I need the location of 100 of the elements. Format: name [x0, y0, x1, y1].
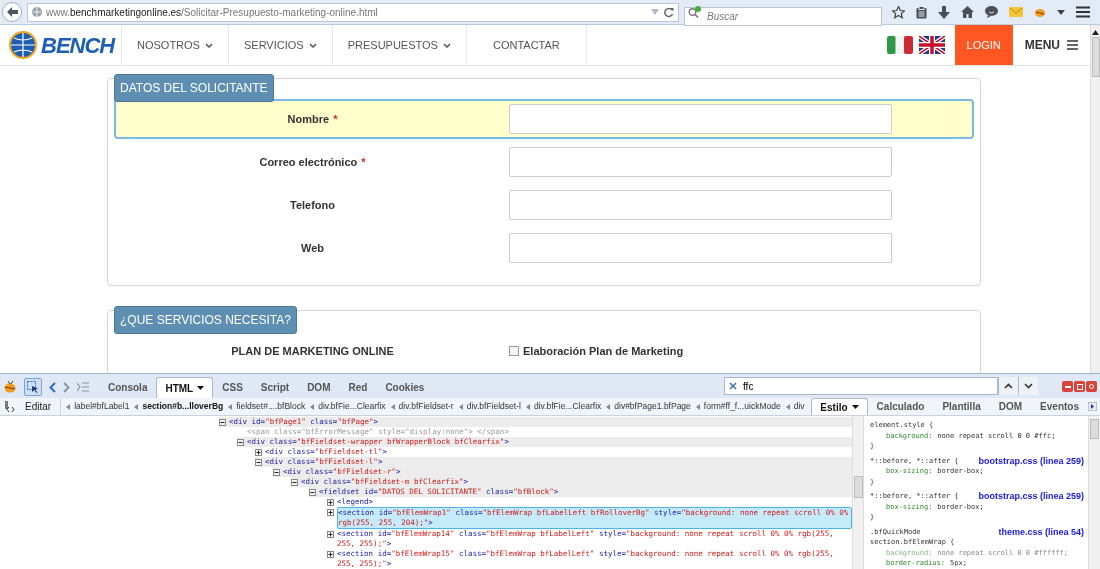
scrollbar-thumb[interactable]: [1090, 419, 1099, 439]
expand-icon[interactable]: [327, 499, 334, 506]
separator-icon: [458, 403, 463, 410]
field-label: Nombre *: [286, 111, 339, 127]
menu-button[interactable]: MENU: [1012, 25, 1090, 65]
chat-icon[interactable]: [985, 6, 998, 18]
back-icon[interactable]: [49, 381, 56, 393]
cursor-icon: [27, 381, 39, 393]
edit-button[interactable]: Editar: [16, 398, 62, 415]
star-icon[interactable]: [892, 5, 905, 19]
tab[interactable]: Cookies: [376, 377, 434, 398]
text-input[interactable]: [509, 147, 892, 177]
breadcrumb[interactable]: div.bfFieldset-r: [398, 400, 454, 413]
breadcrumb[interactable]: form#ff_f...uickMode: [703, 400, 781, 413]
tab[interactable]: Estilo: [811, 398, 868, 415]
inspect-button[interactable]: [24, 378, 42, 396]
breadcrumb[interactable]: label#bfLabel1: [74, 400, 130, 413]
url-text: www.benchmarketingonline.es/Solicitar-Presupuesto-marketing-online.html: [46, 5, 378, 20]
collapse-icon[interactable]: [309, 489, 316, 496]
expand-icon[interactable]: [255, 449, 262, 456]
nav-item[interactable]: NOSOTROS: [122, 25, 229, 65]
page-scrollbar[interactable]: [1090, 25, 1100, 373]
separator-icon: [785, 403, 790, 410]
down-chevron-icon: [1024, 383, 1033, 389]
html-panel-scrollbar[interactable]: [852, 416, 864, 569]
home-icon[interactable]: [961, 6, 974, 18]
scrollbar-thumb[interactable]: [1091, 37, 1100, 77]
tab[interactable]: HTML: [156, 377, 214, 398]
tab[interactable]: DOM: [298, 377, 340, 398]
collapse-icon[interactable]: [219, 419, 226, 426]
tab[interactable]: Eventos: [1031, 398, 1088, 415]
breadcrumb[interactable]: section#b...lloverBg: [142, 400, 224, 413]
field-label: PLAN DE MARKETING ONLINE: [230, 343, 395, 359]
clipboard-icon[interactable]: [916, 5, 927, 19]
expand-icon[interactable]: [327, 509, 334, 516]
clear-icon[interactable]: [729, 382, 737, 390]
uk-flag-icon[interactable]: [918, 36, 945, 54]
collapse-icon[interactable]: [255, 459, 262, 466]
globe-icon: [32, 7, 42, 17]
tab[interactable]: CSS: [213, 377, 252, 398]
text-input[interactable]: [509, 233, 892, 263]
address-bar[interactable]: www.benchmarketingonline.es/Solicitar-Presupuesto-marketing-online.html: [27, 2, 679, 22]
collapse-icon[interactable]: [291, 479, 298, 486]
section-legend: ¿QUE SERVICIOS NECESITA?: [114, 306, 297, 334]
close-button[interactable]: [1086, 381, 1097, 392]
separator-icon: [228, 403, 233, 410]
breadcrumb[interactable]: div.bfFie...Clearfix: [533, 400, 602, 413]
minimize-button[interactable]: [1062, 381, 1073, 392]
collapse-icon[interactable]: [237, 439, 244, 446]
search-field[interactable]: ffc: [724, 377, 998, 395]
bug-icon[interactable]: [3, 381, 17, 393]
tab[interactable]: Script: [251, 377, 299, 398]
style-panel-scrollbar[interactable]: [1088, 416, 1100, 569]
globe-icon[interactable]: [8, 30, 38, 60]
breadcrumb[interactable]: div: [793, 400, 805, 413]
tab[interactable]: DOM: [989, 398, 1032, 415]
up-chevron-icon: [1004, 383, 1013, 389]
menu-icon[interactable]: [1076, 6, 1090, 18]
source-link[interactable]: theme.css (linea 54): [998, 526, 1084, 537]
scrollbar-thumb[interactable]: [853, 476, 863, 498]
nav-item[interactable]: SERVICIOS: [228, 25, 333, 65]
next-match-button[interactable]: [1018, 377, 1038, 395]
collapse-icon[interactable]: [273, 469, 280, 476]
breadcrumb[interactable]: div.bfFie...Clearfix: [318, 400, 386, 413]
separator-icon: [390, 403, 395, 410]
field-label: Correo electrónico *: [258, 154, 367, 170]
breadcrumb[interactable]: div.bfFieldset-l: [466, 400, 521, 413]
download-icon[interactable]: [938, 5, 950, 19]
breadcrumb[interactable]: fieldset#....bfBlock: [236, 400, 306, 413]
tab[interactable]: Calculado: [867, 398, 934, 415]
field-label: Telefono: [289, 197, 336, 213]
tab[interactable]: Plantilla: [933, 398, 990, 415]
expand-icon[interactable]: [327, 551, 334, 558]
source-link[interactable]: bootstrap.css (linea 259): [978, 491, 1084, 502]
text-input[interactable]: [509, 104, 892, 134]
restore-button[interactable]: [1074, 381, 1085, 392]
bug-icon[interactable]: [1034, 6, 1046, 18]
scroll-right-icon[interactable]: [1088, 402, 1097, 411]
source-link[interactable]: bootstrap.css (linea 259): [978, 455, 1084, 466]
caret-icon[interactable]: [1057, 9, 1065, 15]
separator-icon: [134, 403, 139, 410]
nav-item[interactable]: PRESUPUESTOS: [332, 25, 467, 65]
nav-item[interactable]: CONTACTAR: [466, 25, 587, 65]
back-button[interactable]: [2, 2, 22, 22]
text-input[interactable]: [509, 190, 892, 220]
italy-flag-icon[interactable]: [886, 36, 913, 54]
breadcrumb[interactable]: div#bfPage1.bfPage: [614, 400, 691, 413]
inspect-icon[interactable]: [4, 401, 16, 412]
search-field[interactable]: Buscar: [684, 6, 882, 26]
separator-icon: [695, 403, 700, 410]
expand-icon[interactable]: [327, 531, 334, 538]
tab[interactable]: Consola: [99, 377, 157, 398]
tab[interactable]: Red: [339, 377, 377, 398]
checkbox[interactable]: [509, 346, 519, 356]
previous-match-button[interactable]: [998, 377, 1018, 395]
scroll-up-icon[interactable]: [1092, 30, 1099, 35]
checkbox-label: Elaboración Plan de Marketing: [523, 343, 684, 359]
logo-text[interactable]: BENCH: [41, 28, 115, 62]
reload-icon[interactable]: [663, 6, 674, 18]
search-icon: [688, 5, 702, 18]
